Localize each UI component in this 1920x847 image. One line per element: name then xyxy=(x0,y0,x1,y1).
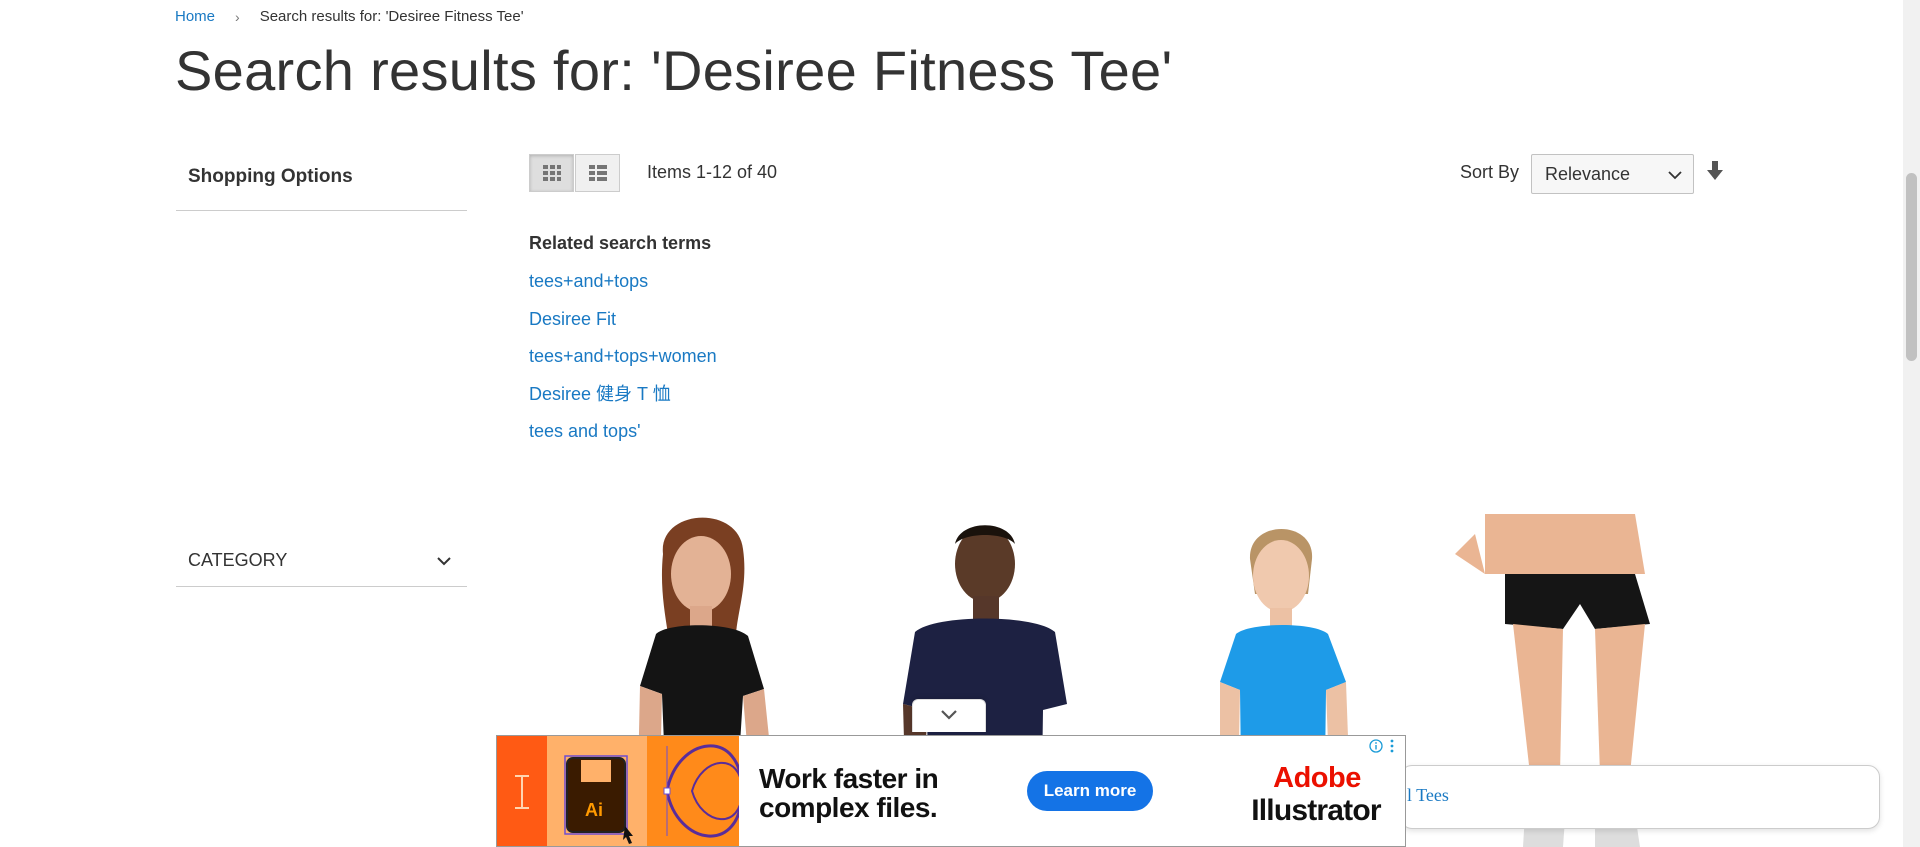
ad-banner[interactable]: Ai Work faster in complex files. Learn m… xyxy=(496,735,1406,847)
ad-brand-adobe: Adobe xyxy=(1273,762,1361,794)
grid-view-button[interactable] xyxy=(529,154,574,192)
ad-collapse-button[interactable] xyxy=(912,699,986,732)
ad-art-strip: Ai xyxy=(547,736,647,846)
arrow-down-icon[interactable] xyxy=(1705,160,1725,182)
chat-bubble-text[interactable]: l Tees xyxy=(1407,785,1449,806)
ad-headline-line: complex files. xyxy=(759,792,938,823)
ad-headline-line: Work faster in xyxy=(759,763,939,794)
chat-bubble[interactable]: l Tees xyxy=(1400,765,1880,829)
breadcrumb-home-link[interactable]: Home xyxy=(175,8,215,25)
chevron-down-icon xyxy=(941,710,957,720)
related-term-link[interactable]: tees+and+tops+women xyxy=(529,346,717,366)
scrollbar-thumb[interactable] xyxy=(1906,173,1917,361)
sort-by-select[interactable]: Relevance xyxy=(1531,154,1694,194)
grid-icon xyxy=(542,165,561,181)
ad-headline: Work faster in complex files. xyxy=(759,763,939,823)
related-term-link[interactable]: tees and tops' xyxy=(529,421,641,441)
breadcrumb: Home › Search results for: 'Desiree Fitn… xyxy=(175,8,524,25)
list-item: Desiree Fit xyxy=(529,306,717,344)
ad-art-strip xyxy=(497,736,547,846)
illustrator-file-icon: Ai xyxy=(564,755,633,844)
shopping-options-label: Shopping Options xyxy=(188,166,353,187)
learn-more-button[interactable]: Learn more xyxy=(1027,771,1153,811)
ad-art-strip xyxy=(647,736,744,846)
list-item: tees+and+tops+women xyxy=(529,343,717,381)
shopping-options-heading: Shopping Options xyxy=(176,160,467,211)
pen-tool-curve-icon xyxy=(663,744,744,838)
related-term-link[interactable]: Desiree Fit xyxy=(529,309,616,329)
related-term-link[interactable]: tees+and+tops xyxy=(529,271,648,291)
text-cursor-icon xyxy=(515,775,529,809)
list-item: Desiree 健身 T 恤 xyxy=(529,381,717,419)
ad-brand-product: Illustrator xyxy=(1251,794,1381,827)
list-icon xyxy=(588,165,607,181)
list-item: tees and tops' xyxy=(529,418,717,456)
chevron-down-icon xyxy=(437,557,451,566)
kebab-menu-icon[interactable] xyxy=(1387,739,1397,753)
sort-by-value: Relevance xyxy=(1545,164,1631,184)
sort-by-label: Sort By xyxy=(1460,162,1520,182)
scrollbar-track[interactable] xyxy=(1903,0,1920,847)
ad-app-badge: Ai xyxy=(585,800,603,820)
info-icon[interactable] xyxy=(1369,739,1383,753)
related-term-link[interactable]: Desiree 健身 T 恤 xyxy=(529,384,671,404)
related-search-terms-title: Related search terms xyxy=(529,233,712,253)
category-filter-label: CATEGORY xyxy=(188,550,288,570)
related-search-terms-list: tees+and+tops Desiree Fit tees+and+tops+… xyxy=(529,268,717,456)
breadcrumb-separator: › xyxy=(235,8,240,25)
breadcrumb-current: Search results for: 'Desiree Fitness Tee… xyxy=(259,8,524,25)
view-mode-switcher xyxy=(529,154,620,192)
list-view-button[interactable] xyxy=(575,154,620,192)
page-title: Search results for: 'Desiree Fitness Tee… xyxy=(175,39,1173,102)
chevron-down-icon xyxy=(1668,171,1682,180)
list-item: tees+and+tops xyxy=(529,268,717,306)
items-count: Items 1-12 of 40 xyxy=(647,162,778,182)
category-filter[interactable]: CATEGORY xyxy=(176,538,467,587)
